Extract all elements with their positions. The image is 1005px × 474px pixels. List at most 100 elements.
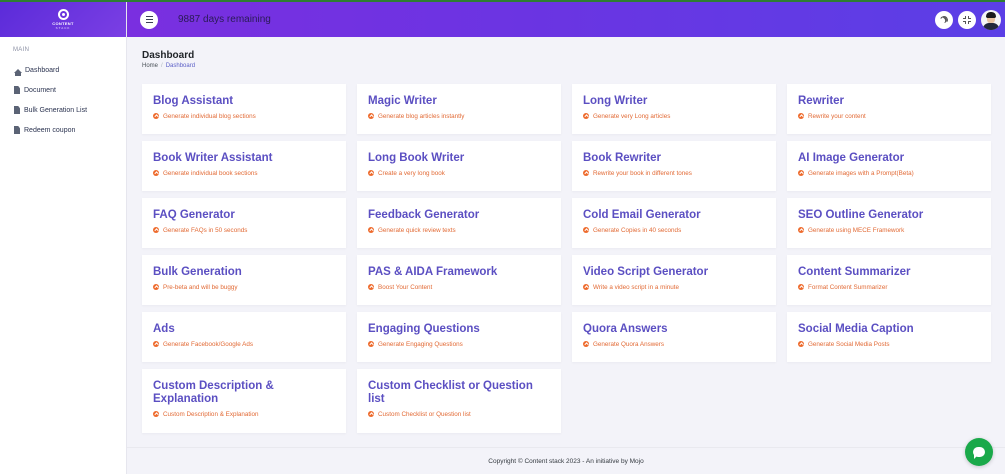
card-subtitle: Generate individual blog sections: [163, 112, 256, 120]
arrow-circle-icon: [368, 284, 374, 291]
tool-card-faq-generator[interactable]: FAQ Generator Generate FAQs in 50 second…: [142, 198, 346, 248]
sidebar-item-dashboard[interactable]: Dashboard: [0, 60, 126, 80]
card-subtitle: Write a video script in a minute: [593, 283, 679, 291]
arrow-circle-icon: [153, 341, 159, 348]
card-subtitle: Custom Checklist or Question list: [378, 410, 471, 418]
card-title: Video Script Generator: [583, 266, 709, 278]
sidebar-menu: Dashboard Document Bulk Generation List …: [0, 60, 126, 140]
arrow-circle-icon: [368, 113, 374, 120]
tool-card-blog-assistant[interactable]: Blog Assistant Generate individual blog …: [142, 84, 346, 134]
logo-icon: [57, 9, 69, 20]
tool-card-feedback-generator[interactable]: Feedback Generator Generate quick review…: [357, 198, 561, 248]
card-title: Ads: [153, 323, 175, 335]
sidebar-item-label: Bulk Generation List: [24, 106, 88, 114]
arrow-circle-icon: [583, 170, 589, 177]
tool-card-bulk-generation[interactable]: Bulk Generation Pre-beta and will be bug…: [142, 255, 346, 305]
sidebar: CONTENT STACK MAIN Dashboard Document Bu…: [0, 2, 127, 474]
breadcrumb-separator: /: [161, 63, 163, 69]
arrow-circle-icon: [368, 411, 374, 418]
footer: Copyright © Content stack 2023 - An init…: [127, 447, 1005, 474]
moon-icon: [938, 14, 950, 26]
arrow-circle-icon: [798, 284, 804, 291]
arrow-circle-icon: [368, 170, 374, 177]
card-title: Book Writer Assistant: [153, 152, 273, 164]
chat-icon: [973, 447, 985, 459]
card-title: Long Book Writer: [368, 152, 465, 164]
sidebar-item-document[interactable]: Document: [0, 80, 126, 100]
days-remaining-text: 9887 days remaining: [178, 14, 271, 25]
card-title: SEO Outline Generator: [798, 209, 924, 221]
tool-card-video-script-generator[interactable]: Video Script Generator Write a video scr…: [572, 255, 776, 305]
tool-card-ads[interactable]: Ads Generate Facebook/Google Ads: [142, 312, 346, 362]
card-subtitle: Pre-beta and will be buggy: [163, 283, 238, 291]
arrow-circle-icon: [153, 170, 159, 177]
card-title: Blog Assistant: [153, 95, 234, 107]
user-avatar[interactable]: [981, 10, 1001, 30]
card-title: Custom Description & Explanation: [153, 380, 274, 405]
card-subtitle: Boost Your Content: [378, 283, 433, 291]
card-title: PAS & AIDA Framework: [368, 266, 498, 278]
card-title: FAQ Generator: [153, 209, 235, 221]
arrow-circle-icon: [153, 284, 159, 291]
tool-card-magic-writer[interactable]: Magic Writer Generate blog articles inst…: [357, 84, 561, 134]
tool-card-social-media-caption[interactable]: Social Media Caption Generate Social Med…: [787, 312, 991, 362]
card-subtitle: Custom Description & Explanation: [163, 410, 259, 418]
sidebar-item-label: Document: [24, 86, 56, 94]
file-icon: [14, 86, 20, 94]
footer-copyright: Copyright © Content stack 2023 - An init…: [488, 457, 644, 465]
tool-card-content-summarizer[interactable]: Content Summarizer Format Content Summar…: [787, 255, 991, 305]
arrow-circle-icon: [583, 227, 589, 234]
arrow-circle-icon: [583, 113, 589, 120]
breadcrumb-home-link[interactable]: Home: [142, 63, 158, 69]
tool-card-pas-aida-framework[interactable]: PAS & AIDA Framework Boost Your Content: [357, 255, 561, 305]
card-subtitle: Rewrite your content: [808, 112, 866, 120]
card-title: Rewriter: [798, 95, 845, 107]
tool-card-book-rewriter[interactable]: Book Rewriter Rewrite your book in diffe…: [572, 141, 776, 191]
file-icon: [14, 106, 20, 114]
tool-card-long-writer[interactable]: Long Writer Generate very Long articles: [572, 84, 776, 134]
arrow-circle-icon: [798, 113, 804, 120]
header-actions: [935, 10, 1001, 30]
card-subtitle: Generate Quora Answers: [593, 340, 665, 348]
sidebar-item-label: Redeem coupon: [24, 126, 76, 134]
card-title: AI Image Generator: [798, 152, 905, 164]
tool-card-rewriter[interactable]: Rewriter Rewrite your content: [787, 84, 991, 134]
tool-card-seo-outline-generator[interactable]: SEO Outline Generator Generate using MEC…: [787, 198, 991, 248]
tool-card-custom-checklist[interactable]: Custom Checklist or Question list Custom…: [357, 369, 561, 433]
tool-card-custom-description[interactable]: Custom Description & Explanation Custom …: [142, 369, 346, 433]
tool-card-ai-image-generator[interactable]: AI Image Generator Generate images with …: [787, 141, 991, 191]
tool-card-quora-answers[interactable]: Quora Answers Generate Quora Answers: [572, 312, 776, 362]
sidebar-item-label: Dashboard: [25, 66, 60, 74]
sidebar-item-bulk-generation-list[interactable]: Bulk Generation List: [0, 100, 126, 120]
card-subtitle: Generate very Long articles: [593, 112, 671, 120]
card-title: Quora Answers: [583, 323, 668, 335]
arrow-circle-icon: [153, 113, 159, 120]
card-title: Custom Checklist or Question list: [368, 380, 533, 405]
arrow-circle-icon: [798, 227, 804, 234]
tool-card-cold-email-generator[interactable]: Cold Email Generator Generate Copies in …: [572, 198, 776, 248]
card-subtitle: Generate blog articles instantly: [378, 112, 465, 120]
fullscreen-button[interactable]: [958, 11, 976, 29]
arrow-circle-icon: [583, 341, 589, 348]
sidebar-item-redeem-coupon[interactable]: Redeem coupon: [0, 120, 126, 140]
breadcrumb-current: Dashboard: [165, 63, 196, 69]
arrow-circle-icon: [583, 284, 589, 291]
card-title: Content Summarizer: [798, 266, 911, 278]
arrow-circle-icon: [153, 411, 159, 418]
tool-card-book-writer-assistant[interactable]: Book Writer Assistant Generate individua…: [142, 141, 346, 191]
card-subtitle: Rewrite your book in different tones: [593, 169, 692, 177]
top-header: 9887 days remaining: [127, 2, 1005, 37]
chat-widget-button[interactable]: [965, 438, 993, 466]
menu-toggle-button[interactable]: [140, 10, 158, 29]
tool-card-engaging-questions[interactable]: Engaging Questions Generate Engaging Que…: [357, 312, 561, 362]
card-subtitle: Generate FAQs in 50 seconds: [163, 226, 248, 234]
card-subtitle: Generate quick review texts: [378, 226, 456, 234]
logo[interactable]: CONTENT STACK: [0, 2, 126, 37]
card-subtitle: Generate Social Media Posts: [808, 340, 890, 348]
dark-mode-toggle-button[interactable]: [935, 11, 953, 29]
arrow-circle-icon: [368, 341, 374, 348]
card-subtitle: Generate Facebook/Google Ads: [163, 340, 253, 348]
fullscreen-icon: [963, 16, 971, 24]
tool-card-long-book-writer[interactable]: Long Book Writer Create a very long book: [357, 141, 561, 191]
arrow-circle-icon: [368, 227, 374, 234]
